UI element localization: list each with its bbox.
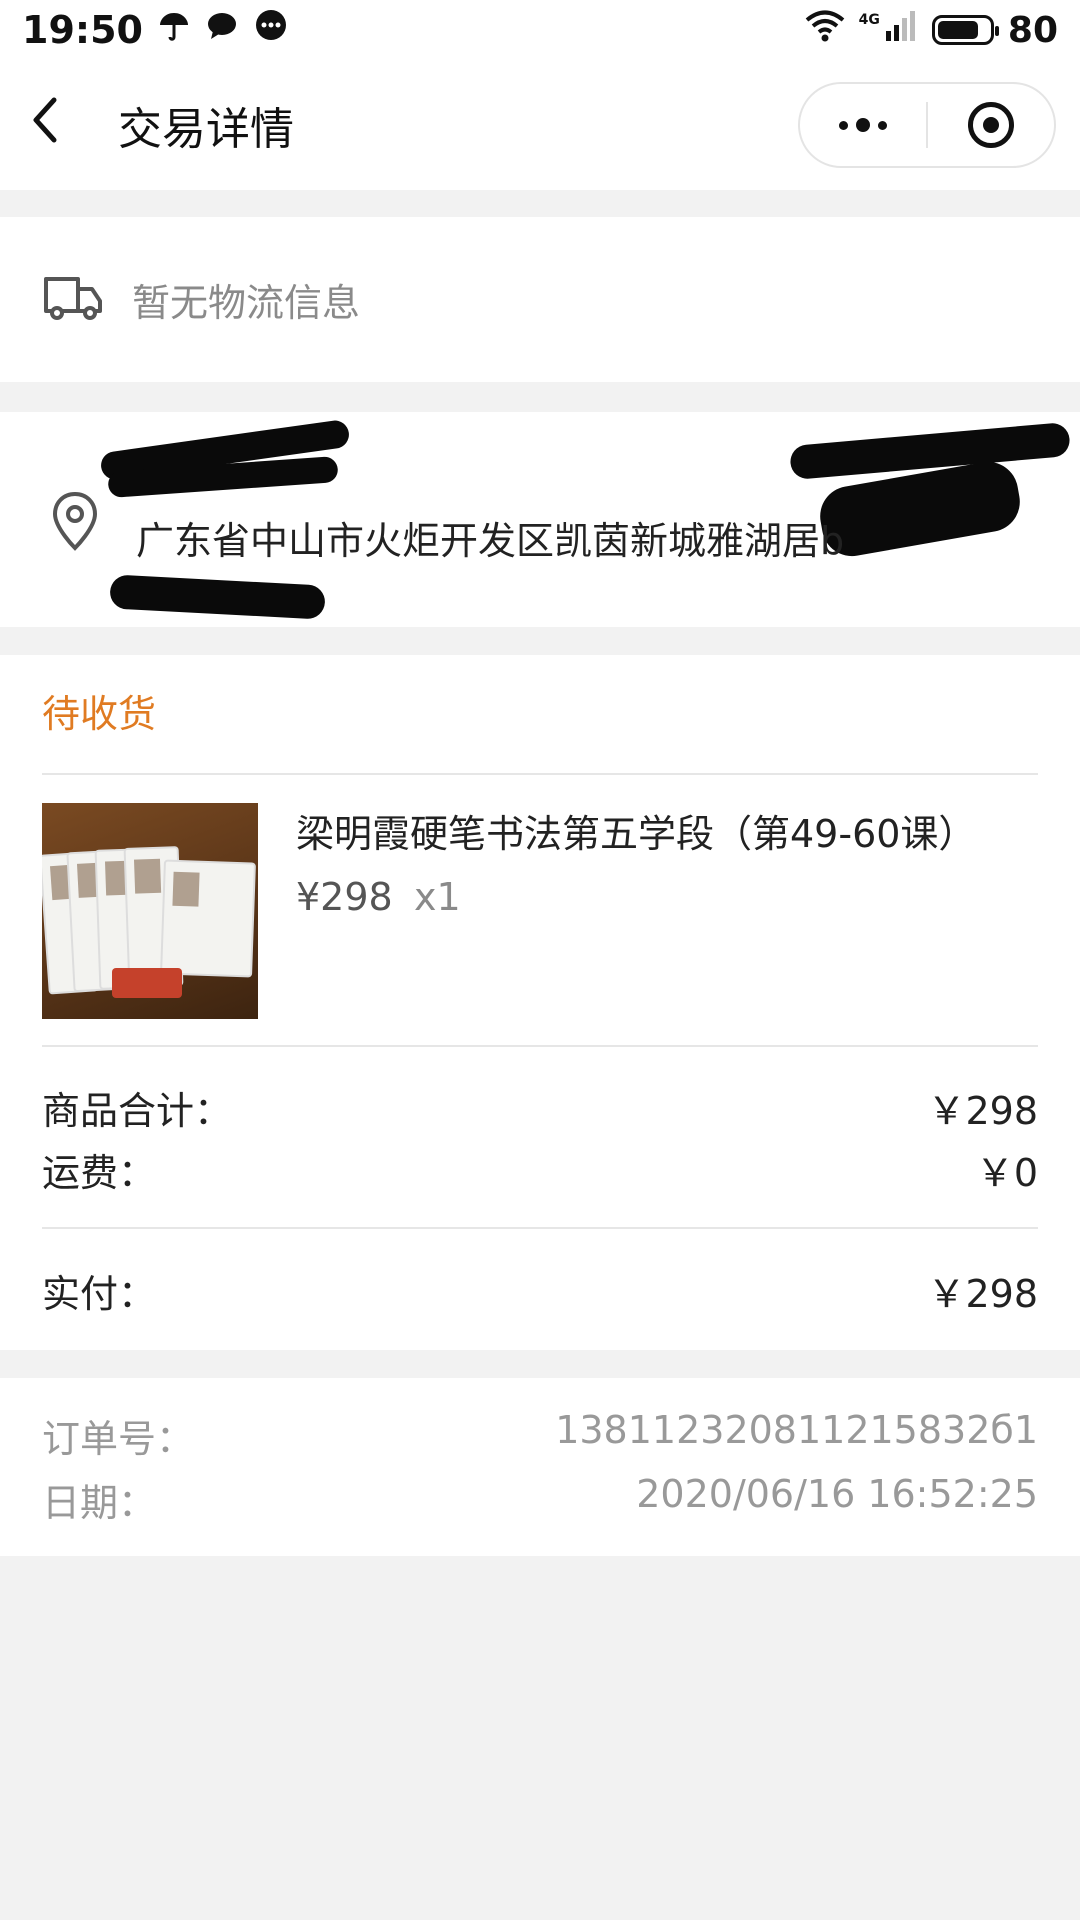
paid-value: ￥298 — [927, 1272, 1038, 1316]
redaction-mark — [109, 574, 326, 620]
back-button[interactable] — [30, 96, 110, 154]
message-icon — [205, 9, 239, 52]
location-pin-icon — [50, 490, 100, 556]
product-thumbnail[interactable] — [42, 803, 258, 1019]
page-title: 交易详情 — [118, 104, 294, 155]
logistics-section[interactable]: 暂无物流信息 — [0, 217, 1080, 382]
chevron-left-icon — [33, 97, 57, 143]
divider — [42, 773, 1038, 775]
more-dots-icon — [839, 118, 887, 132]
battery-percent: 80 — [1007, 9, 1058, 51]
order-number-label: 订单号： — [42, 1417, 195, 1461]
order-status: 待收货 — [42, 692, 157, 736]
shipping-label: 运费： — [42, 1151, 157, 1195]
status-time: 19:50 — [22, 8, 143, 52]
status-bar: 19:50 4G 80 — [0, 0, 1080, 60]
order-date-label: 日期： — [42, 1481, 157, 1525]
shipping-row: 运费： ￥0 — [42, 1142, 1038, 1197]
truck-icon — [42, 273, 104, 327]
close-target-icon — [968, 102, 1014, 148]
mini-program-capsule — [798, 82, 1056, 168]
shipping-address: 广东省中山市火炬开发区凯茵新城雅湖居b — [136, 519, 845, 563]
subtotal-value: ￥298 — [927, 1089, 1038, 1133]
product-title[interactable]: 梁明霞硬笔书法第五学段（第49-60课） — [296, 803, 976, 858]
network-type: 4G — [858, 12, 880, 28]
order-number-row: 订单号： 138112320811215832б1 — [42, 1408, 1038, 1463]
battery-level — [937, 21, 978, 39]
subtotal-row: 商品合计： ￥298 — [42, 1080, 1038, 1135]
address-section[interactable]: 广东省中山市火炬开发区凯茵新城雅湖居b — [0, 412, 1080, 627]
umbrella-icon — [157, 9, 191, 52]
order-section: 待收货 梁明霞硬笔书法第五学段（第49-60课） ¥298 x1 商品合计： ￥… — [0, 655, 1080, 1350]
order-date-row: 日期： 2020/06/16 16:52:25 — [42, 1472, 1038, 1527]
close-button[interactable] — [928, 84, 1054, 166]
more-button[interactable] — [800, 84, 926, 166]
wifi-icon — [805, 9, 845, 52]
signal-icon — [884, 9, 918, 52]
logistics-status-text: 暂无物流信息 — [132, 281, 361, 325]
divider — [42, 1227, 1038, 1229]
shipping-value: ￥0 — [975, 1151, 1038, 1195]
chat-bubble-icon — [253, 8, 289, 53]
battery-icon — [931, 15, 999, 45]
divider — [42, 1045, 1038, 1047]
order-meta-section: 订单号： 138112320811215832б1 日期： 2020/06/16… — [0, 1378, 1080, 1556]
nav-bar: 交易详情 — [0, 60, 1080, 190]
order-date-value: 2020/06/16 16:52:25 — [636, 1472, 1038, 1516]
product-quantity: x1 — [414, 875, 461, 919]
subtotal-label: 商品合计： — [42, 1089, 233, 1133]
product-price: ¥298 — [296, 875, 393, 919]
order-number-value[interactable]: 138112320811215832б1 — [555, 1408, 1038, 1463]
paid-row: 实付： ￥298 — [42, 1263, 1038, 1318]
paid-label: 实付： — [42, 1272, 157, 1316]
